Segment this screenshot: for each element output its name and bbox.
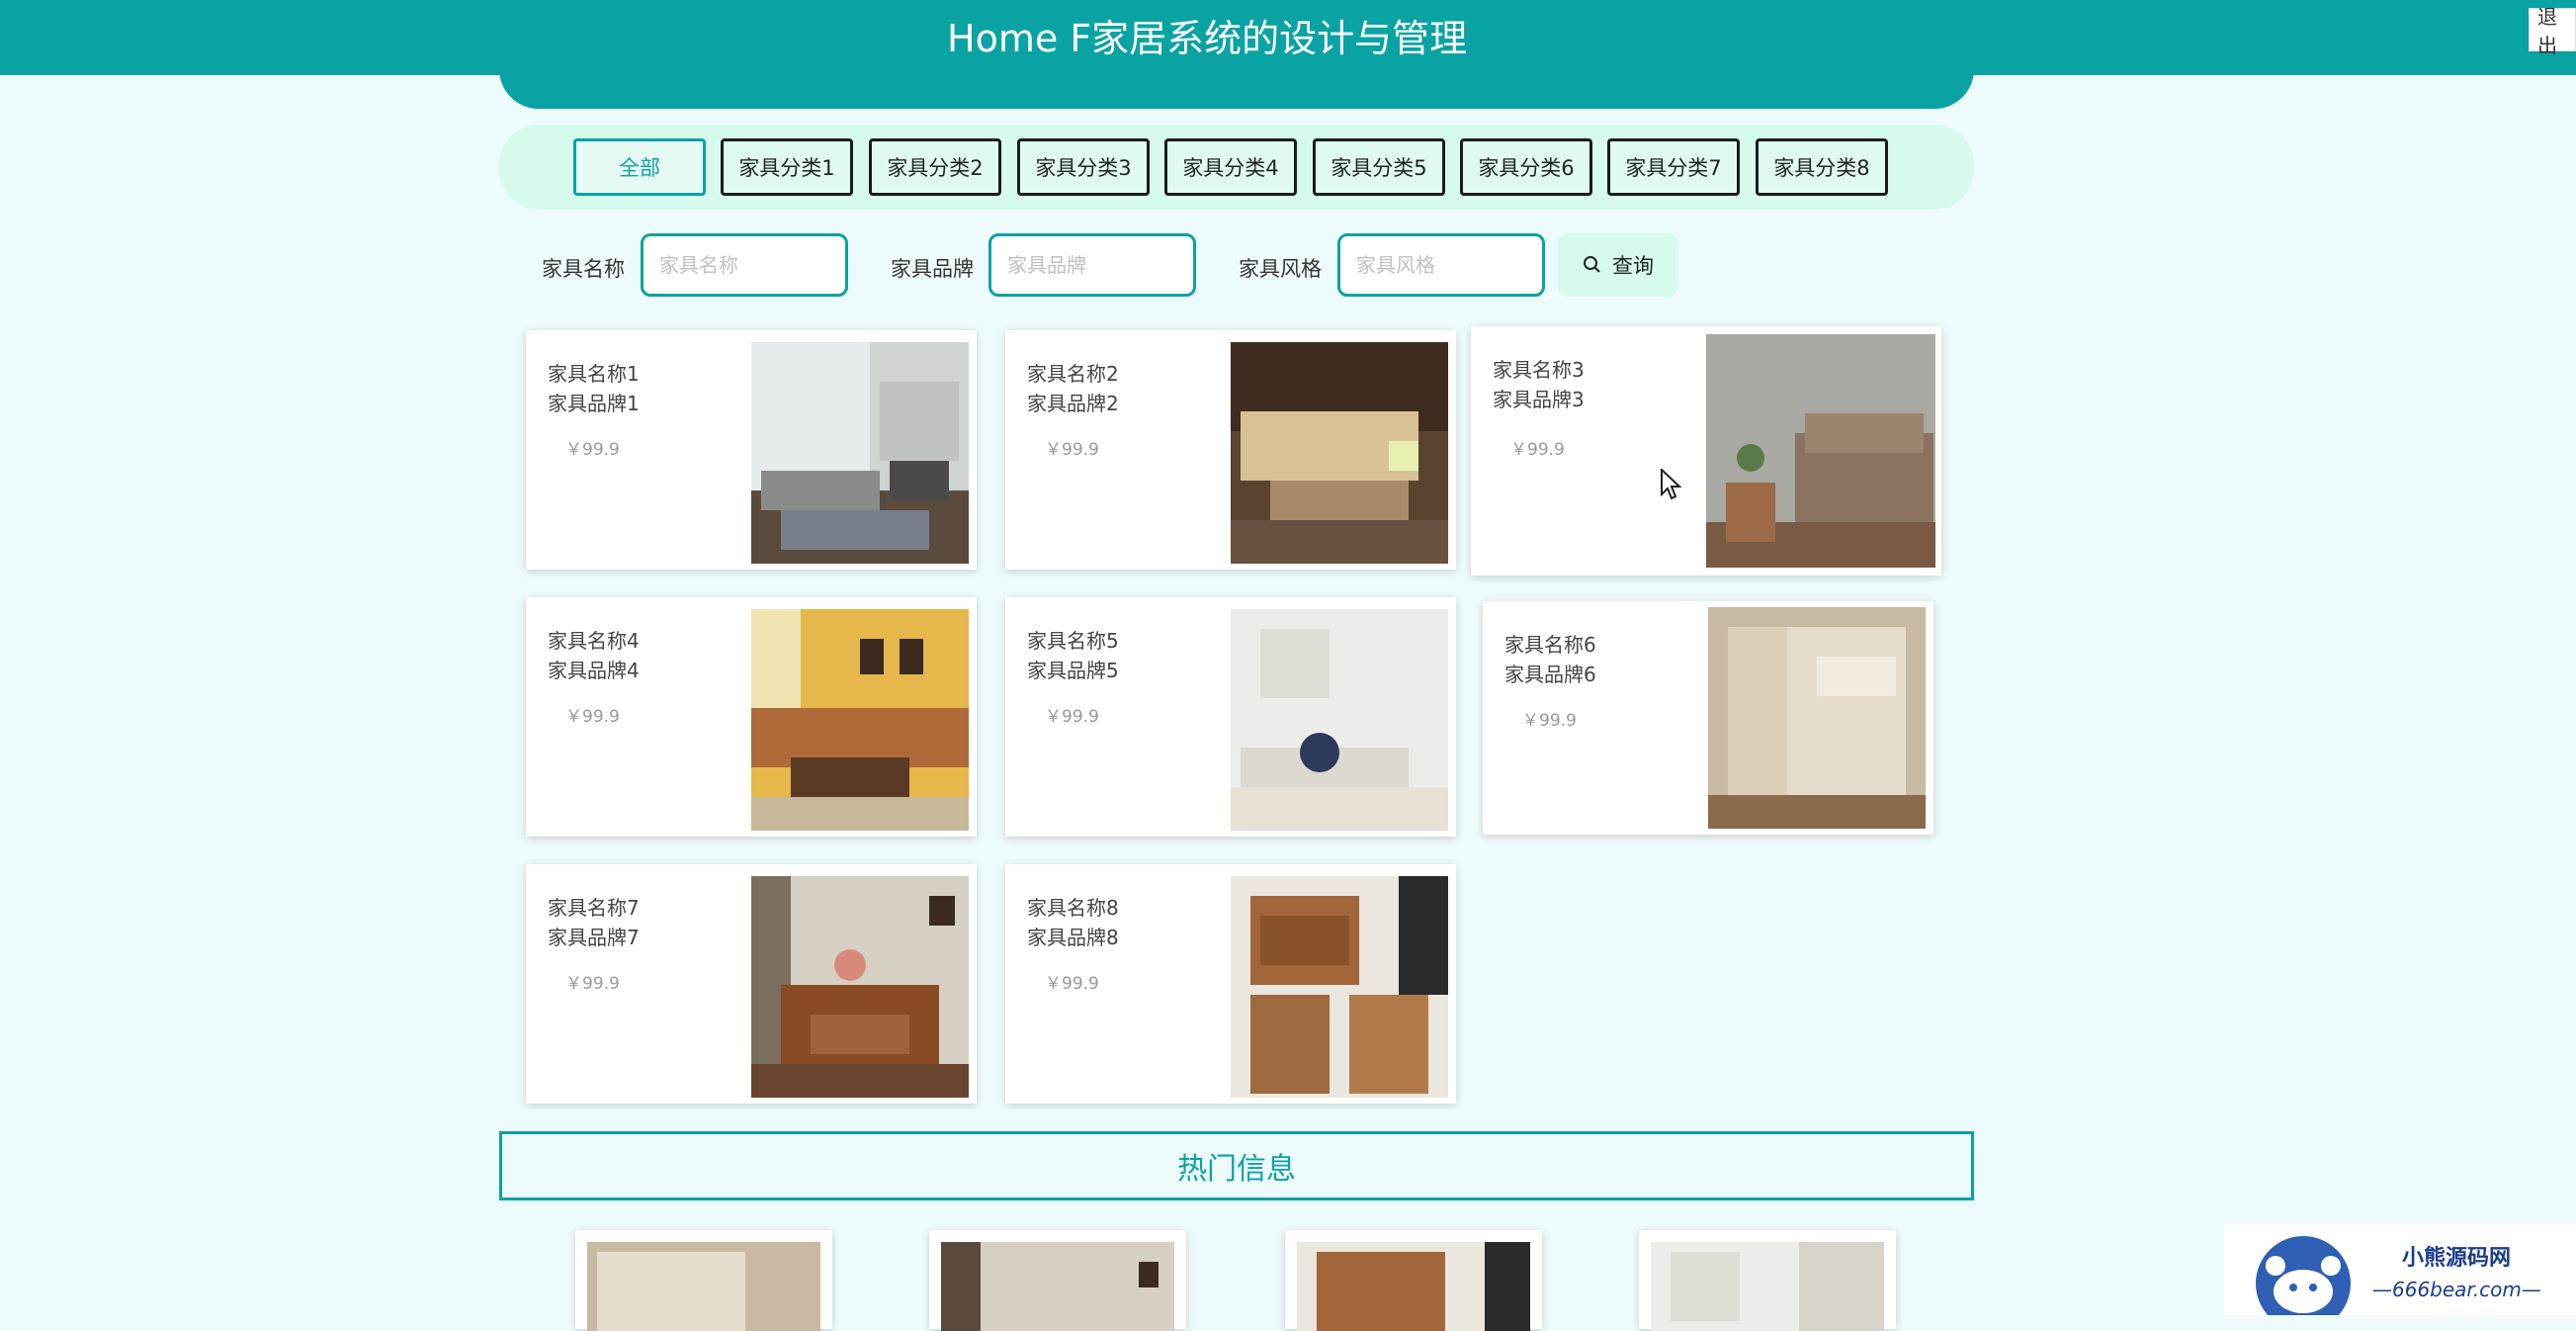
hot-card-image [1297, 1242, 1530, 1331]
product-card-1[interactable]: 家具名称1 家具品牌1 ￥99.9 [526, 330, 977, 570]
tab-category-4[interactable]: 家具分类4 [1164, 138, 1297, 196]
product-image [751, 876, 969, 1098]
top-header: Home F家居系统的设计与管理 [0, 0, 2576, 75]
product-name: 家具名称5 [1027, 629, 1119, 653]
watermark-logo: 小熊源码网 —666bear.com— [2224, 1224, 2576, 1315]
hot-card-3[interactable] [1285, 1230, 1542, 1331]
query-label: 查询 [1612, 254, 1654, 278]
product-name: 家具名称2 [1027, 362, 1119, 386]
search-icon [1584, 256, 1600, 273]
product-image [751, 609, 969, 831]
style-input[interactable] [1337, 233, 1545, 297]
product-name: 家具名称3 [1493, 358, 1585, 382]
style-label: 家具风格 [1239, 257, 1322, 281]
product-image [751, 342, 969, 564]
product-card-5[interactable]: 家具名称5 家具品牌5 ￥99.9 [1005, 597, 1456, 837]
product-brand: 家具品牌4 [548, 659, 640, 682]
product-image [1231, 342, 1448, 564]
product-image [1231, 609, 1448, 831]
hot-card-image [587, 1242, 820, 1331]
product-name: 家具名称8 [1027, 896, 1119, 920]
hot-card-image [1651, 1242, 1884, 1331]
product-card-7[interactable]: 家具名称7 家具品牌7 ￥99.9 [526, 864, 977, 1104]
product-price: ￥99.9 [1510, 440, 1565, 460]
site-title: Home F家居系统的设计与管理 [947, 17, 1468, 60]
bear-logo-icon [2256, 1236, 2351, 1315]
product-brand: 家具品牌5 [1027, 659, 1119, 682]
product-price: ￥99.9 [1045, 707, 1099, 727]
brand-input[interactable] [988, 233, 1196, 297]
product-price: ￥99.9 [1045, 974, 1099, 994]
hot-card-image [941, 1242, 1174, 1331]
name-label: 家具名称 [542, 257, 625, 281]
product-name: 家具名称7 [548, 896, 640, 920]
product-brand: 家具品牌2 [1027, 392, 1119, 415]
product-card-2[interactable]: 家具名称2 家具品牌2 ￥99.9 [1005, 330, 1456, 570]
watermark-line2: —666bear.com— [2372, 1278, 2541, 1301]
product-name: 家具名称6 [1504, 633, 1596, 657]
hot-info-title: 热门信息 [499, 1131, 1974, 1200]
tab-category-2[interactable]: 家具分类2 [869, 138, 1001, 196]
name-input[interactable] [641, 233, 848, 297]
brand-label: 家具品牌 [891, 257, 974, 281]
logout-button[interactable]: 退出 [2529, 5, 2576, 57]
tab-category-5[interactable]: 家具分类5 [1313, 138, 1445, 196]
product-card-8[interactable]: 家具名称8 家具品牌8 ￥99.9 [1005, 864, 1456, 1104]
product-name: 家具名称4 [548, 629, 640, 653]
product-price: ￥99.9 [565, 440, 620, 460]
product-brand: 家具品牌8 [1027, 926, 1119, 949]
query-button[interactable]: 查询 [1558, 233, 1678, 297]
product-brand: 家具品牌1 [548, 392, 640, 415]
tab-all[interactable]: 全部 [573, 138, 706, 196]
product-price: ￥99.9 [565, 707, 620, 727]
product-price: ￥99.9 [1045, 440, 1099, 460]
product-name: 家具名称1 [548, 362, 640, 386]
watermark-line1: 小熊源码网 [2402, 1246, 2512, 1271]
product-image [1706, 334, 1935, 568]
tab-category-8[interactable]: 家具分类8 [1756, 138, 1888, 196]
product-card-4[interactable]: 家具名称4 家具品牌4 ￥99.9 [526, 597, 977, 837]
product-brand: 家具品牌3 [1493, 388, 1585, 411]
tab-category-7[interactable]: 家具分类7 [1607, 138, 1740, 196]
tab-category-6[interactable]: 家具分类6 [1460, 138, 1592, 196]
tab-category-1[interactable]: 家具分类1 [721, 138, 853, 196]
hot-info-label: 热门信息 [1177, 1152, 1296, 1187]
tab-category-3[interactable]: 家具分类3 [1017, 138, 1150, 196]
hot-card-2[interactable] [929, 1230, 1186, 1331]
header-nav-tail [499, 69, 1974, 109]
product-image [1708, 607, 1926, 829]
product-brand: 家具品牌6 [1504, 663, 1596, 686]
hot-card-4[interactable] [1639, 1230, 1896, 1331]
product-card-3[interactable]: 家具名称3 家具品牌3 ￥99.9 [1471, 326, 1941, 576]
hot-card-1[interactable] [575, 1230, 832, 1331]
product-image [1231, 876, 1448, 1098]
product-card-6[interactable]: 家具名称6 家具品牌6 ￥99.9 [1483, 601, 1933, 835]
product-price: ￥99.9 [565, 974, 620, 994]
product-brand: 家具品牌7 [548, 926, 640, 949]
product-price: ￥99.9 [1522, 711, 1577, 731]
mouse-cursor-icon [1661, 469, 1682, 500]
